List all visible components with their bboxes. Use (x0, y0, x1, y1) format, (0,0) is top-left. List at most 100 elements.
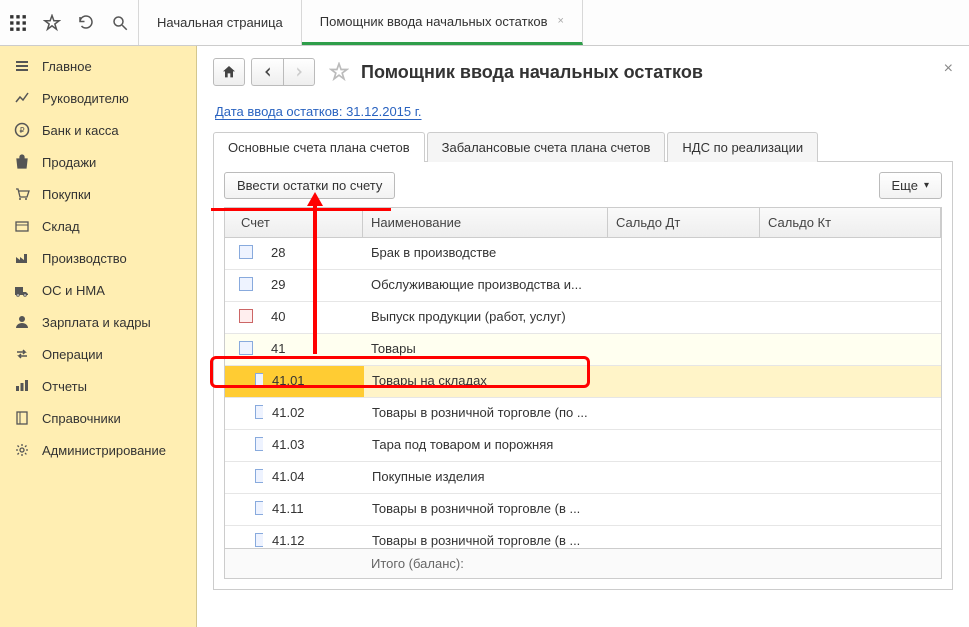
main-header: Помощник ввода начальных остатков (213, 58, 953, 86)
sidebar-item-label: Банк и касса (42, 123, 119, 138)
account-type-icon (239, 309, 253, 323)
cell-account-name: Товары в розничной торговле (в ... (364, 526, 609, 548)
cell-account-code: 40 (263, 302, 363, 333)
favorite-star-icon[interactable] (327, 60, 351, 84)
search-icon[interactable] (110, 13, 130, 33)
book-icon (14, 410, 30, 426)
table-row[interactable]: 41Товары (225, 334, 941, 366)
inner-tab[interactable]: Основные счета плана счетов (213, 132, 425, 162)
account-type-icon (255, 533, 264, 547)
sidebar-item[interactable]: Администрирование (0, 434, 196, 466)
sidebar-item[interactable]: Операции (0, 338, 196, 370)
cell-account-name: Тара под товаром и порожняя (364, 430, 609, 461)
cell-account-code: 41.04 (264, 462, 364, 493)
sidebar-item-label: Производство (42, 251, 127, 266)
box-icon (14, 218, 30, 234)
toolbar-icons (0, 0, 139, 45)
col-debit[interactable]: Сальдо Дт (608, 208, 760, 237)
sidebar-item[interactable]: Зарплата и кадры (0, 306, 196, 338)
table-panel: Ввести остатки по счету Еще Счет Наимено… (213, 162, 953, 590)
sidebar-item[interactable]: Склад (0, 210, 196, 242)
sidebar-item-label: Операции (42, 347, 103, 362)
inner-tab[interactable]: НДС по реализации (667, 132, 818, 162)
factory-icon (14, 250, 30, 266)
more-button[interactable]: Еще (879, 172, 942, 199)
grid-footer: Итого (баланс): (225, 548, 941, 578)
sidebar-item[interactable]: ОС и НМА (0, 274, 196, 306)
cell-account-code: 41 (263, 334, 363, 365)
sidebar-item-label: Продажи (42, 155, 96, 170)
table-row[interactable]: 40Выпуск продукции (работ, услуг) (225, 302, 941, 334)
history-icon[interactable] (76, 13, 96, 33)
sidebar-item[interactable]: ₽ Банк и касса (0, 114, 196, 146)
chart-line-icon (14, 90, 30, 106)
cell-account-name: Обслуживающие производства и... (363, 270, 608, 301)
sidebar-item[interactable]: Главное (0, 50, 196, 82)
table-row[interactable]: 41.01Товары на складах (225, 366, 941, 398)
col-name[interactable]: Наименование (363, 208, 608, 237)
sidebar-item-label: Главное (42, 59, 92, 74)
account-type-icon (239, 277, 253, 291)
table-row[interactable]: 41.12Товары в розничной торговле (в ... (225, 526, 941, 548)
sidebar-item-label: Справочники (42, 411, 121, 426)
main-pane: × Помощник ввода начальных остатков Дата… (197, 46, 969, 627)
account-type-icon (255, 469, 264, 483)
sidebar-item-label: Покупки (42, 187, 91, 202)
sidebar-item[interactable]: Руководителю (0, 82, 196, 114)
gear-icon (14, 442, 30, 458)
close-icon[interactable]: × (944, 60, 953, 78)
sidebar-item-label: Склад (42, 219, 80, 234)
transfer-icon (14, 346, 30, 362)
top-tab[interactable]: Помощник ввода начальных остатков× (302, 0, 583, 45)
home-button[interactable] (213, 58, 245, 86)
forward-button[interactable] (283, 58, 315, 86)
table-row[interactable]: 41.02Товары в розничной торговле (по ... (225, 398, 941, 430)
back-button[interactable] (251, 58, 283, 86)
cart-icon (14, 186, 30, 202)
sidebar-item[interactable]: Отчеты (0, 370, 196, 402)
bag-icon (14, 154, 30, 170)
col-credit[interactable]: Сальдо Кт (760, 208, 941, 237)
sidebar-item[interactable]: Производство (0, 242, 196, 274)
tab-close-icon[interactable]: × (558, 15, 564, 27)
star-icon[interactable] (42, 13, 62, 33)
sidebar-item-label: ОС и НМА (42, 283, 105, 298)
table-row[interactable]: 41.04Покупные изделия (225, 462, 941, 494)
accounts-grid: Счет Наименование Сальдо Дт Сальдо Кт 28… (224, 207, 942, 579)
table-row[interactable]: 41.11Товары в розничной торговле (в ... (225, 494, 941, 526)
page-title: Помощник ввода начальных остатков (361, 62, 703, 83)
cell-account-name: Товары в розничной торговле (по ... (364, 398, 609, 429)
cell-account-name: Выпуск продукции (работ, услуг) (363, 302, 608, 333)
sidebar-item-label: Администрирование (42, 443, 166, 458)
inner-tab[interactable]: Забалансовые счета плана счетов (427, 132, 666, 162)
sidebar-item[interactable]: Справочники (0, 402, 196, 434)
grid-header: Счет Наименование Сальдо Дт Сальдо Кт (225, 208, 941, 238)
grid-body[interactable]: 28Брак в производстве29Обслуживающие про… (225, 238, 941, 548)
svg-text:₽: ₽ (19, 126, 24, 135)
apps-icon[interactable] (8, 13, 28, 33)
cell-account-name: Товары на складах (364, 366, 609, 397)
sidebar-item[interactable]: Покупки (0, 178, 196, 210)
cell-account-code: 41.12 (264, 526, 364, 548)
cell-account-name: Товары в розничной торговле (в ... (364, 494, 609, 525)
table-row[interactable]: 28Брак в производстве (225, 238, 941, 270)
truck-icon (14, 282, 30, 298)
col-account[interactable]: Счет (225, 208, 363, 237)
top-tab[interactable]: Начальная страница (139, 0, 302, 45)
account-type-icon (255, 405, 264, 419)
person-icon (14, 314, 30, 330)
cell-account-name: Брак в производстве (363, 238, 608, 269)
sidebar: Главное Руководителю ₽ Банк и касса Продажи П… (0, 46, 197, 627)
cell-account-code: 41.03 (264, 430, 364, 461)
sidebar-item[interactable]: Продажи (0, 146, 196, 178)
table-row[interactable]: 29Обслуживающие производства и... (225, 270, 941, 302)
date-link[interactable]: Дата ввода остатков: 31.12.2015 г. (215, 104, 422, 119)
footer-label: Итого (баланс): (363, 549, 608, 578)
sidebar-item-label: Отчеты (42, 379, 87, 394)
table-row[interactable]: 41.03Тара под товаром и порожняя (225, 430, 941, 462)
cell-account-name: Покупные изделия (364, 462, 609, 493)
account-type-icon (239, 341, 253, 355)
top-tabs: Начальная страницаПомощник ввода начальн… (139, 0, 583, 45)
top-toolbar: Начальная страницаПомощник ввода начальн… (0, 0, 969, 46)
enter-balance-button[interactable]: Ввести остатки по счету (224, 172, 395, 199)
